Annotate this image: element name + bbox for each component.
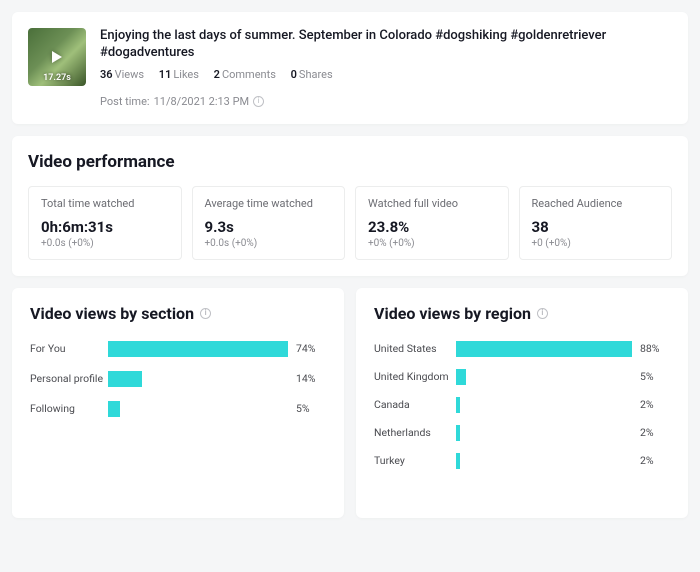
bar-label: United Kingdom (374, 370, 456, 383)
bar-label: Canada (374, 398, 456, 411)
video-header-card: 17.27s Enjoying the last days of summer.… (12, 12, 688, 124)
performance-box: Average time watched 9.3s +0.0s (+0%) (192, 186, 346, 260)
bar-row: Personal profile 14% (30, 371, 326, 387)
perf-label: Total time watched (41, 197, 169, 210)
video-performance-card: Video performance Total time watched 0h:6… (12, 136, 688, 276)
bar-label: Following (30, 402, 108, 415)
perf-label: Reached Audience (532, 197, 660, 210)
region-chart-body: United States 88% United Kingdom 5% Canada 2%… (374, 341, 670, 469)
views-by-section-card: Video views by section i For You 74% Perso… (12, 288, 344, 518)
bar-value: 5% (296, 402, 326, 415)
bar-fill (456, 341, 632, 357)
bar-fill (456, 369, 466, 385)
bar-track (108, 401, 288, 417)
bar-track (456, 369, 632, 385)
likes-label: Likes (173, 68, 199, 81)
bar-value: 2% (640, 398, 670, 411)
perf-value: 9.3s (205, 218, 333, 236)
bar-label: Netherlands (374, 426, 456, 439)
perf-value: 38 (532, 218, 660, 236)
views-label: Views (115, 68, 144, 81)
bar-fill (456, 425, 460, 441)
performance-box: Watched full video 23.8% +0% (+0%) (355, 186, 509, 260)
video-stats-row: 36Views 11Likes 2Comments 0Shares (100, 68, 672, 81)
post-time-value: 11/8/2021 2:13 PM (154, 95, 250, 108)
bar-fill (456, 453, 460, 469)
performance-title: Video performance (28, 152, 672, 172)
info-icon[interactable]: i (253, 96, 264, 107)
comments-label: Comments (222, 68, 276, 81)
shares-value: 0 (291, 68, 297, 81)
perf-label: Watched full video (368, 197, 496, 210)
bar-track (108, 341, 288, 357)
bar-track (456, 397, 632, 413)
bar-row: Netherlands 2% (374, 425, 670, 441)
bar-row: For You 74% (30, 341, 326, 357)
bar-value: 2% (640, 454, 670, 467)
perf-value: 0h:6m:31s (41, 218, 169, 236)
video-duration: 17.27s (28, 73, 86, 83)
bar-value: 74% (296, 342, 326, 355)
bar-fill (456, 397, 460, 413)
bar-track (456, 425, 632, 441)
bar-value: 14% (296, 372, 326, 385)
bar-fill (108, 401, 120, 417)
bar-row: United Kingdom 5% (374, 369, 670, 385)
perf-label: Average time watched (205, 197, 333, 210)
bar-label: United States (374, 342, 456, 355)
info-icon[interactable]: i (200, 308, 211, 319)
perf-delta: +0 (+0%) (532, 238, 660, 249)
performance-box: Total time watched 0h:6m:31s +0.0s (+0%) (28, 186, 182, 260)
bar-fill (108, 371, 142, 387)
bar-value: 88% (640, 342, 670, 355)
bar-track (108, 371, 288, 387)
bar-label: Turkey (374, 454, 456, 467)
bar-row: Canada 2% (374, 397, 670, 413)
region-chart-title: Video views by region (374, 304, 531, 323)
performance-box: Reached Audience 38 +0 (+0%) (519, 186, 673, 260)
bar-row: Turkey 2% (374, 453, 670, 469)
section-chart-title: Video views by section (30, 304, 194, 323)
post-time: Post time: 11/8/2021 2:13 PM i (100, 95, 672, 108)
video-title: Enjoying the last days of summer. Septem… (100, 28, 672, 62)
play-icon (52, 51, 62, 63)
bar-fill (108, 341, 288, 357)
bar-label: For You (30, 342, 108, 355)
views-by-region-card: Video views by region i United States 88%… (356, 288, 688, 518)
info-icon[interactable]: i (537, 308, 548, 319)
bar-track (456, 453, 632, 469)
likes-value: 11 (159, 68, 172, 81)
perf-delta: +0.0s (+0%) (205, 238, 333, 249)
comments-value: 2 (214, 68, 220, 81)
section-chart-body: For You 74% Personal profile 14% Following 5% (30, 341, 326, 417)
performance-grid: Total time watched0h:6m:31s+0.0s (+0%)Av… (28, 186, 672, 260)
shares-label: Shares (299, 68, 333, 81)
post-time-label: Post time: (100, 95, 150, 108)
bar-row: United States 88% (374, 341, 670, 357)
bar-label: Personal profile (30, 372, 108, 385)
views-value: 36 (100, 68, 113, 81)
bar-value: 5% (640, 370, 670, 383)
perf-value: 23.8% (368, 218, 496, 236)
bar-track (456, 341, 632, 357)
bar-value: 2% (640, 426, 670, 439)
bar-row: Following 5% (30, 401, 326, 417)
perf-delta: +0% (+0%) (368, 238, 496, 249)
perf-delta: +0.0s (+0%) (41, 238, 169, 249)
video-thumbnail[interactable]: 17.27s (28, 28, 86, 86)
